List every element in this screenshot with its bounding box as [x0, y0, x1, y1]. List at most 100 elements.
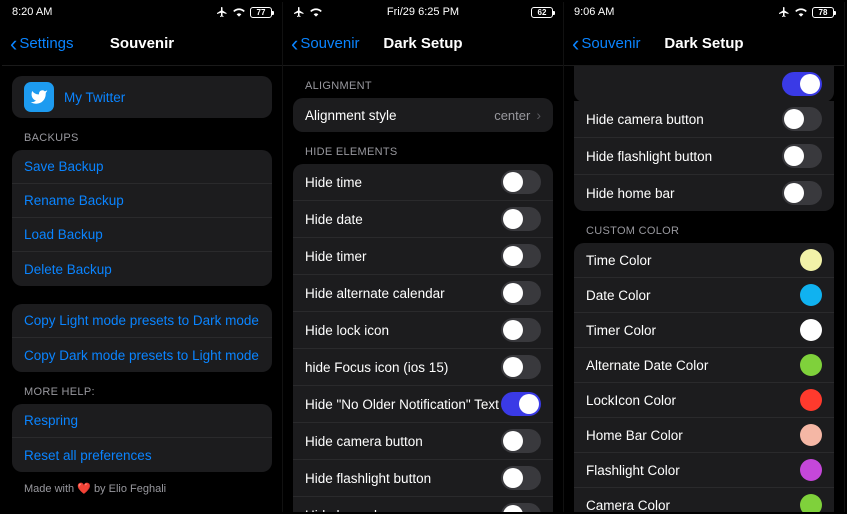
- hide-toggle-row[interactable]: Hide home bar: [574, 175, 834, 211]
- hide-toggle-row[interactable]: Hide camera button: [293, 423, 553, 460]
- color-swatch[interactable]: [800, 494, 822, 512]
- color-swatch[interactable]: [800, 354, 822, 376]
- content-scroll[interactable]: ALIGNMENT Alignment style center › HIDE …: [283, 66, 563, 512]
- respring-row[interactable]: Respring: [12, 404, 272, 438]
- toggle-switch[interactable]: [501, 244, 541, 268]
- status-time: 9:06 AM: [574, 6, 614, 18]
- color-row[interactable]: Timer Color: [574, 313, 834, 348]
- hide-toggle-row[interactable]: Hide flashlight button: [574, 138, 834, 175]
- toggle-switch[interactable]: [501, 466, 541, 490]
- hide-toggle-row[interactable]: Hide home bar: [293, 497, 553, 512]
- page-title: Souvenir: [110, 35, 174, 52]
- row-label: My Twitter: [64, 90, 260, 105]
- hide-toggle-row[interactable]: Hide timer: [293, 238, 553, 275]
- row-label: Hide flashlight button: [305, 471, 501, 486]
- nav-bar: ‹ Settings Souvenir: [2, 22, 282, 66]
- rename-backup-row[interactable]: Rename Backup: [12, 184, 272, 218]
- alignment-group: Alignment style center ›: [293, 98, 553, 132]
- page-title: Dark Setup: [664, 35, 743, 52]
- alignment-style-row[interactable]: Alignment style center ›: [293, 98, 553, 132]
- section-header-hide: HIDE ELEMENTS: [293, 132, 553, 164]
- toggle-switch[interactable]: [501, 281, 541, 305]
- row-label: Hide home bar: [305, 508, 501, 513]
- status-time: 8:20 AM: [12, 6, 52, 18]
- footer-credit: Made with ❤️ by Elio Feghali: [12, 472, 272, 505]
- presets-group: Copy Light mode presets to Dark mode Cop…: [12, 304, 272, 372]
- row-label: LockIcon Color: [586, 393, 800, 408]
- toggle-switch[interactable]: [501, 207, 541, 231]
- back-button[interactable]: ‹ Souvenir: [291, 33, 360, 55]
- partial-row-top[interactable]: …: [574, 66, 834, 102]
- color-swatch[interactable]: [800, 424, 822, 446]
- hide-toggle-row[interactable]: Hide flashlight button: [293, 460, 553, 497]
- toggle-switch[interactable]: [782, 144, 822, 168]
- screen-dark-setup-1: Fri/29 6:25 PM 62 ‹ Souvenir Dark Setup …: [283, 2, 564, 512]
- row-label: Hide flashlight button: [586, 149, 782, 164]
- row-label: Hide home bar: [586, 186, 782, 201]
- hide-toggle-row[interactable]: Hide time: [293, 164, 553, 201]
- toggle-switch[interactable]: [501, 503, 541, 512]
- morehelp-group: Respring Reset all preferences: [12, 404, 272, 472]
- load-backup-row[interactable]: Load Backup: [12, 218, 272, 252]
- color-swatch[interactable]: [800, 389, 822, 411]
- row-label: Timer Color: [586, 323, 800, 338]
- color-row[interactable]: Camera Color: [574, 488, 834, 512]
- toggle-switch[interactable]: [782, 107, 822, 131]
- toggle-switch[interactable]: [501, 318, 541, 342]
- color-row[interactable]: Home Bar Color: [574, 418, 834, 453]
- twitter-icon: [24, 82, 54, 112]
- row-label: Hide time: [305, 175, 501, 190]
- color-swatch[interactable]: [800, 284, 822, 306]
- color-row[interactable]: Time Color: [574, 243, 834, 278]
- back-label: Souvenir: [300, 35, 359, 52]
- content-scroll[interactable]: My Twitter BACKUPS Save Backup Rename Ba…: [2, 66, 282, 512]
- backups-group: Save Backup Rename Backup Load Backup De…: [12, 150, 272, 286]
- back-button[interactable]: ‹ Souvenir: [572, 33, 641, 55]
- color-row[interactable]: Date Color: [574, 278, 834, 313]
- delete-backup-row[interactable]: Delete Backup: [12, 252, 272, 286]
- wifi-icon: [309, 7, 323, 17]
- section-header-customcolor: CUSTOM COLOR: [574, 211, 834, 243]
- content-scroll[interactable]: … Hide camera button Hide flashlight butt…: [564, 66, 844, 512]
- copy-light-to-dark-row[interactable]: Copy Light mode presets to Dark mode: [12, 304, 272, 338]
- color-row[interactable]: Flashlight Color: [574, 453, 834, 488]
- my-twitter-row[interactable]: My Twitter: [12, 76, 272, 118]
- page-title: Dark Setup: [383, 35, 462, 52]
- hide-toggle-row[interactable]: Hide camera button: [574, 101, 834, 138]
- hide-toggle-row[interactable]: hide Focus icon (ios 15): [293, 349, 553, 386]
- status-time: Fri/29 6:25 PM: [387, 6, 459, 18]
- hide-toggle-row[interactable]: Hide alternate calendar: [293, 275, 553, 312]
- battery-icon: 78: [812, 7, 834, 18]
- row-label: Alternate Date Color: [586, 358, 800, 373]
- nav-bar: ‹ Souvenir Dark Setup: [283, 22, 563, 66]
- row-label: Hide timer: [305, 249, 501, 264]
- toggle-switch[interactable]: [501, 429, 541, 453]
- back-button[interactable]: ‹ Settings: [10, 33, 74, 55]
- row-label: Hide camera button: [305, 434, 501, 449]
- toggle-switch[interactable]: [501, 392, 541, 416]
- wifi-icon: [232, 7, 246, 17]
- airplane-icon: [293, 6, 305, 18]
- toggle-switch[interactable]: [501, 355, 541, 379]
- alignment-value: center: [494, 108, 530, 123]
- color-swatch[interactable]: [800, 319, 822, 341]
- toggle-switch[interactable]: [501, 170, 541, 194]
- color-row[interactable]: LockIcon Color: [574, 383, 834, 418]
- airplane-icon: [216, 6, 228, 18]
- color-row[interactable]: Alternate Date Color: [574, 348, 834, 383]
- hide-toggle-row[interactable]: Hide date: [293, 201, 553, 238]
- status-bar: 8:20 AM 77: [2, 2, 282, 22]
- battery-icon: 62: [531, 7, 553, 18]
- color-swatch[interactable]: [800, 459, 822, 481]
- copy-dark-to-light-row[interactable]: Copy Dark mode presets to Light mode: [12, 338, 272, 372]
- save-backup-row[interactable]: Save Backup: [12, 150, 272, 184]
- row-label: Hide lock icon: [305, 323, 501, 338]
- toggle-switch[interactable]: [782, 72, 822, 96]
- status-bar: 9:06 AM 78: [564, 2, 844, 22]
- hide-toggle-row[interactable]: Hide lock icon: [293, 312, 553, 349]
- row-label: Camera Color: [586, 498, 800, 513]
- reset-prefs-row[interactable]: Reset all preferences: [12, 438, 272, 472]
- hide-toggle-row[interactable]: Hide "No Older Notification" Text: [293, 386, 553, 423]
- toggle-switch[interactable]: [782, 181, 822, 205]
- color-swatch[interactable]: [800, 249, 822, 271]
